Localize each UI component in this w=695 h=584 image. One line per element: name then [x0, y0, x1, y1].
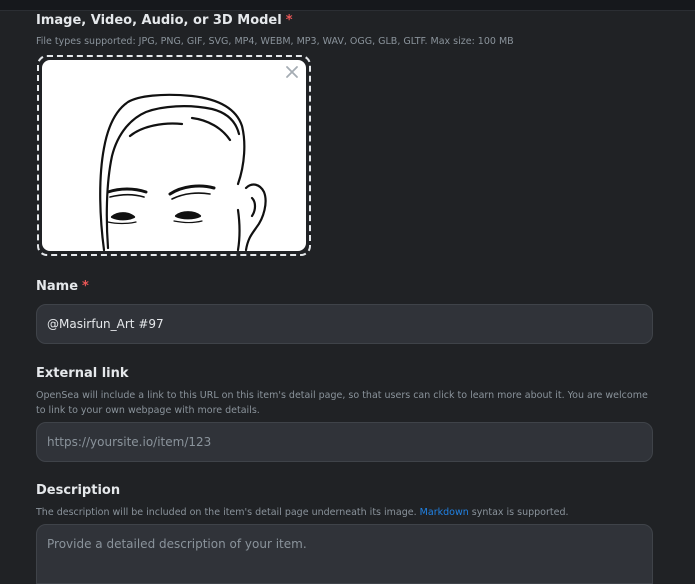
top-bar	[0, 0, 695, 11]
description-section: Description The description will be incl…	[36, 482, 653, 520]
name-label-text: Name	[36, 279, 79, 294]
media-section: Image, Video, Audio, or 3D Model * File t…	[36, 12, 653, 49]
description-label: Description	[36, 483, 121, 498]
external-link-helper-text: OpenSea will include a link to this URL …	[36, 390, 648, 416]
description-textarea[interactable]: Provide a detailed description of your i…	[36, 524, 653, 584]
media-label: Image, Video, Audio, or 3D Model *	[36, 12, 653, 30]
required-mark: *	[82, 279, 89, 294]
external-link-section: External link OpenSea will include a lin…	[36, 365, 653, 418]
face-sketch-image	[99, 93, 267, 251]
description-placeholder: Provide a detailed description of your i…	[47, 537, 307, 551]
description-helper-after: syntax is supported.	[471, 507, 569, 518]
description-helper-text: The description will be included on the …	[36, 505, 653, 520]
required-mark: *	[285, 13, 293, 28]
name-input-value: @Masirfun_Art #97	[47, 317, 164, 331]
name-label: Name *	[36, 278, 653, 296]
external-link-input[interactable]: https://yoursite.io/item/123	[36, 422, 653, 462]
name-section: Name *	[36, 278, 653, 296]
media-label-text: Image, Video, Audio, or 3D Model	[36, 13, 282, 28]
external-link-label: External link	[36, 366, 129, 381]
media-helper-text: File types supported: JPG, PNG, GIF, SVG…	[36, 36, 514, 47]
description-helper-before: The description will be included on the …	[36, 507, 417, 518]
external-link-placeholder: https://yoursite.io/item/123	[47, 435, 212, 449]
name-input[interactable]: @Masirfun_Art #97	[36, 304, 653, 344]
media-dropzone[interactable]	[37, 55, 311, 256]
close-icon[interactable]	[284, 64, 300, 80]
markdown-link[interactable]: Markdown	[420, 507, 469, 518]
media-preview	[42, 60, 306, 251]
